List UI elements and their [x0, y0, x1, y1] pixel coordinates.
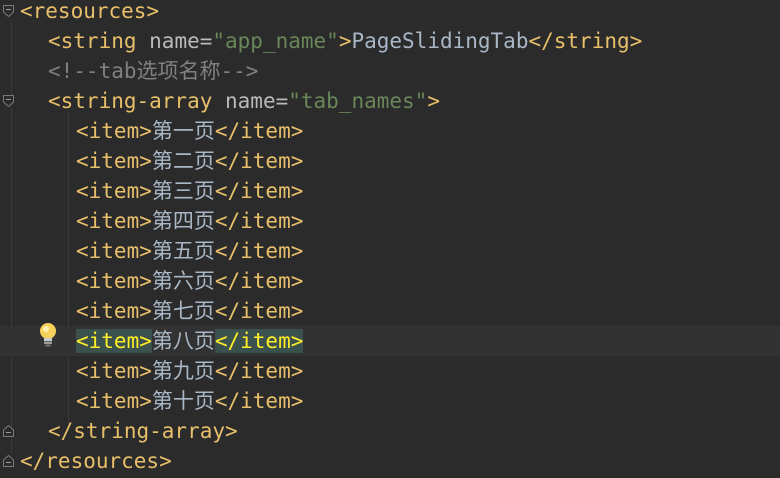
code-token: </item> — [214, 359, 304, 383]
code-text[interactable]: </resources> — [20, 446, 172, 476]
code-token: 第十页 — [151, 389, 215, 413]
code-token: </item> — [214, 119, 304, 143]
code-token: </item> — [214, 299, 304, 323]
code-token: 第二页 — [151, 149, 215, 173]
code-token: <!--tab选项名称--> — [48, 59, 259, 83]
code-token: <item> — [76, 299, 152, 323]
code-text[interactable]: <item>第七页</item> — [76, 296, 303, 326]
code-text[interactable]: <resources> — [20, 0, 159, 26]
code-text[interactable]: <item>第九页</item> — [76, 356, 303, 386]
code-text[interactable]: <item>第一页</item> — [76, 116, 303, 146]
code-text[interactable]: <!--tab选项名称--> — [48, 56, 258, 86]
code-token: > — [427, 89, 440, 113]
code-token: 第三页 — [151, 179, 215, 203]
fold-end-icon[interactable] — [3, 455, 14, 467]
code-token: 第五页 — [151, 239, 215, 263]
code-text[interactable]: <item>第五页</item> — [76, 236, 303, 266]
code-token: <item> — [76, 209, 152, 233]
fold-expanded-icon[interactable] — [3, 95, 14, 107]
indent-guide — [11, 22, 12, 454]
code-token: 第六页 — [151, 269, 215, 293]
code-token: 第四页 — [151, 209, 215, 233]
code-text[interactable]: <item>第二页</item> — [76, 146, 303, 176]
code-token: 第九页 — [151, 359, 215, 383]
lightbulb-icon[interactable] — [36, 320, 60, 350]
code-token: "tab_names" — [288, 89, 428, 113]
code-token: 第八页 — [151, 329, 215, 353]
code-token: name= — [149, 29, 213, 53]
code-token: <item> — [76, 359, 152, 383]
code-token: </resources> — [20, 449, 172, 473]
code-token: <item> — [76, 389, 152, 413]
code-token: PageSlidingTab — [351, 29, 529, 53]
code-text[interactable]: </string-array> — [48, 416, 238, 446]
code-text[interactable]: <item>第八页</item> — [76, 326, 304, 356]
code-text[interactable]: <item>第十页</item> — [76, 386, 303, 416]
code-editor[interactable]: <resources> <string name="app_name">PageS… — [0, 0, 780, 478]
code-token: <item> — [76, 239, 152, 263]
code-token: <item> — [76, 329, 152, 353]
fold-expanded-icon[interactable] — [3, 5, 14, 17]
code-token: </string-array> — [48, 419, 238, 443]
code-token: <string-array — [48, 89, 226, 113]
code-token: </item> — [214, 269, 304, 293]
fold-end-icon[interactable] — [3, 425, 14, 437]
code-token: 第一页 — [151, 119, 215, 143]
code-token: </string> — [528, 29, 643, 53]
code-text[interactable]: <item>第四页</item> — [76, 206, 303, 236]
code-token: </item> — [214, 149, 304, 173]
code-token: <resources> — [20, 0, 160, 23]
code-token: > — [338, 29, 352, 53]
code-token: </item> — [214, 209, 304, 233]
code-text[interactable]: <string-array name="tab_names"> — [48, 86, 440, 116]
code-token: <string — [48, 29, 150, 53]
code-token: </item> — [214, 179, 304, 203]
code-token: </item> — [214, 239, 304, 263]
code-token: 第七页 — [151, 299, 215, 323]
code-token: </item> — [214, 329, 304, 353]
indent-guide — [68, 112, 69, 424]
code-text[interactable]: <item>第六页</item> — [76, 266, 303, 296]
code-token: <item> — [76, 179, 152, 203]
code-token: <item> — [76, 149, 152, 173]
code-token: </item> — [214, 389, 304, 413]
code-token: <item> — [76, 269, 152, 293]
code-token: "app_name" — [212, 29, 339, 53]
code-text[interactable]: <string name="app_name">PageSlidingTab</… — [48, 26, 642, 56]
code-token: name= — [225, 89, 289, 113]
code-token: <item> — [76, 119, 152, 143]
code-text[interactable]: <item>第三页</item> — [76, 176, 303, 206]
